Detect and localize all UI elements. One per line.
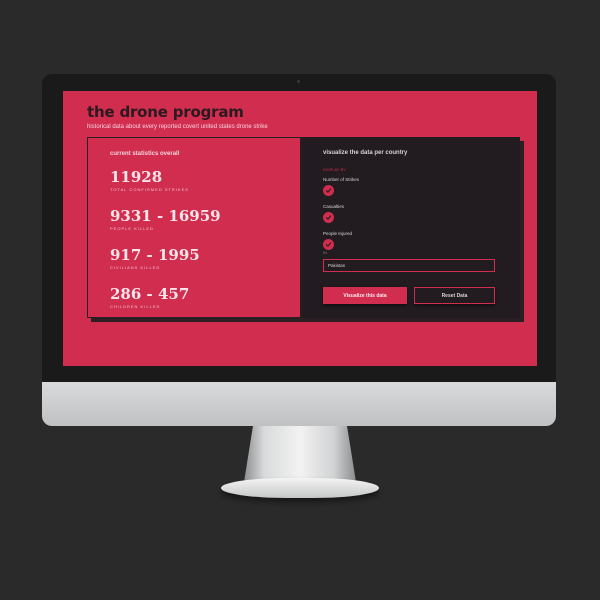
app-title: the drone program xyxy=(87,103,244,121)
stat-value: 11928 xyxy=(110,168,163,186)
display-by-label: DISPLAY BY xyxy=(323,167,346,172)
checkbox-people-injured[interactable] xyxy=(323,239,334,250)
checkbox-number-of-strikes[interactable] xyxy=(323,185,334,196)
check-icon xyxy=(325,188,332,193)
monitor-chin xyxy=(42,382,556,426)
country-input[interactable] xyxy=(323,259,495,272)
stat-value: 286 - 457 xyxy=(110,285,190,303)
stat-label: CHILDREN KILLED xyxy=(110,304,161,309)
visualize-panel: visualize the data per country DISPLAY B… xyxy=(301,137,520,318)
check-icon xyxy=(325,242,332,247)
option-label-casualties: Casualties xyxy=(323,204,345,209)
stats-heading: current statistics overall xyxy=(110,151,180,157)
visualize-button[interactable]: Visualize this data xyxy=(323,287,407,304)
stat-label: PEOPLE KILLED xyxy=(110,226,154,231)
stat-total-strikes: 11928 TOTAL CONFIRMED STRIKES xyxy=(110,168,189,192)
app-screen: the drone program historical data about … xyxy=(63,91,537,366)
check-icon xyxy=(325,215,332,220)
stat-value: 917 - 1995 xyxy=(110,246,200,264)
monitor-stand xyxy=(244,426,356,482)
country-label: IN xyxy=(323,250,327,255)
checkbox-casualties[interactable] xyxy=(323,212,334,223)
stat-value: 9331 - 16959 xyxy=(110,207,221,225)
option-label-strikes: Number of Strikes xyxy=(323,177,360,182)
stat-label: CIVILIANS KILLED xyxy=(110,265,161,270)
camera-dot xyxy=(297,80,300,83)
visualize-heading: visualize the data per country xyxy=(323,150,408,156)
stat-civilians-killed: 917 - 1995 CIVILIANS KILLED xyxy=(110,246,200,270)
option-label-people-injured: People Injured xyxy=(323,231,353,236)
reset-button[interactable]: Reset Data xyxy=(414,287,495,304)
stat-people-killed: 9331 - 16959 PEOPLE KILLED xyxy=(110,207,221,231)
monitor: the drone program historical data about … xyxy=(42,74,556,382)
stat-label: TOTAL CONFIRMED STRIKES xyxy=(110,187,189,192)
monitor-stand-base xyxy=(221,478,379,498)
stat-children-killed: 286 - 457 CHILDREN KILLED xyxy=(110,285,189,309)
stats-panel: current statistics overall 11928 TOTAL C… xyxy=(87,137,301,318)
app-subtitle: historical data about every reported cov… xyxy=(87,124,268,130)
